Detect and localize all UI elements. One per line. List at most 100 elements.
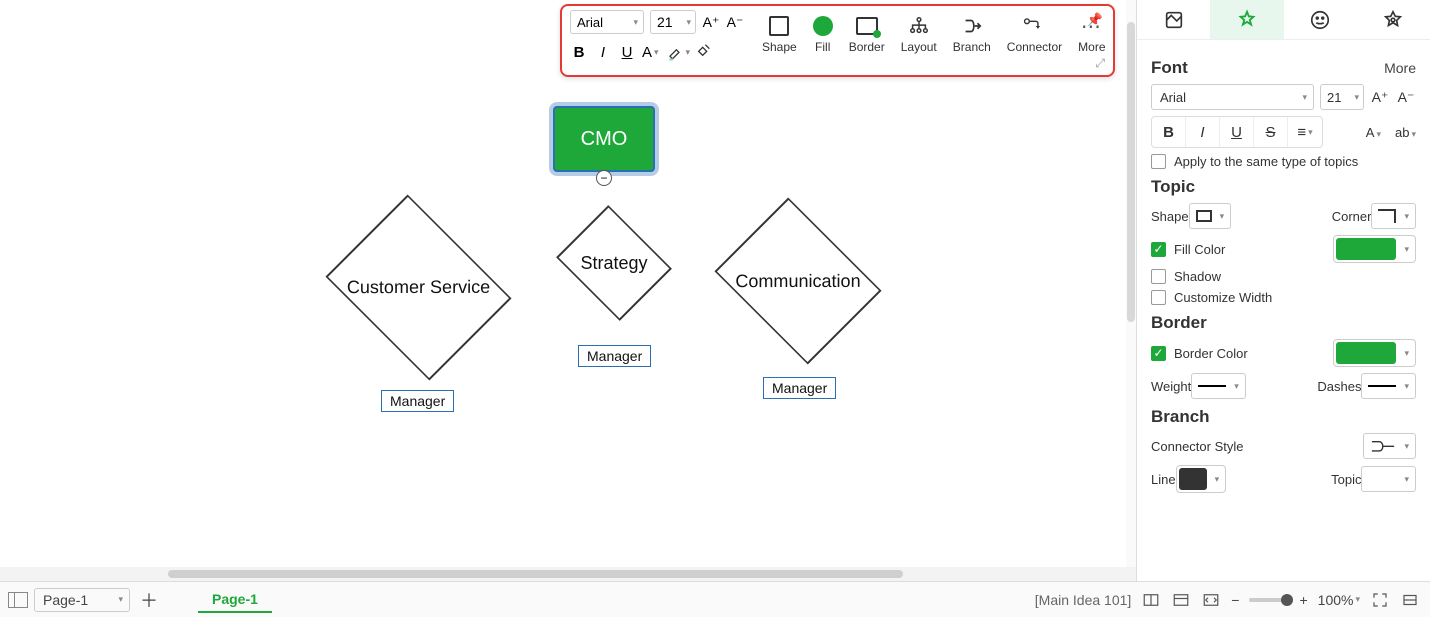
expand-toolbar-icon[interactable]: ⤢ xyxy=(1095,56,1105,71)
section-title-font: Font xyxy=(1151,58,1188,78)
border-color-swatch[interactable] xyxy=(1333,339,1416,367)
layout-icon xyxy=(908,14,930,38)
panel-font-decrease-icon[interactable]: A⁻ xyxy=(1396,89,1416,106)
manager-node-1[interactable]: Manager xyxy=(381,390,454,412)
line-solid-icon xyxy=(1368,385,1396,387)
section-title-topic: Topic xyxy=(1151,177,1195,197)
customize-width-checkbox[interactable]: Customize Width xyxy=(1151,290,1416,305)
corner-icon xyxy=(1378,209,1396,223)
branch-topic-select[interactable] xyxy=(1361,466,1416,492)
status-bar: Page-1 ＋ Page-1 [Main Idea 101] − + 100% xyxy=(0,581,1430,617)
border-button[interactable]: Border xyxy=(849,14,885,54)
tab-page-style[interactable] xyxy=(1137,0,1210,39)
shadow-checkbox[interactable]: Shadow xyxy=(1151,269,1416,284)
tab-theme[interactable] xyxy=(1357,0,1430,39)
zoom-value[interactable]: 100% xyxy=(1318,592,1360,608)
fullscreen-icon[interactable] xyxy=(1370,590,1390,610)
connector-style-label: Connector Style xyxy=(1151,439,1244,454)
font-size-select[interactable]: 21 xyxy=(650,10,696,34)
panel-italic-button[interactable]: I xyxy=(1186,117,1220,147)
connector-style-select[interactable] xyxy=(1363,433,1416,459)
collapse-panel-icon[interactable] xyxy=(1400,590,1420,610)
tab-topic-style[interactable] xyxy=(1210,0,1283,39)
diamond-node-customer-service[interactable]: Customer Service xyxy=(325,194,511,380)
font-more-link[interactable]: More xyxy=(1384,60,1416,76)
border-color-checkbox[interactable]: ✓Border Color xyxy=(1151,346,1248,361)
border-dashes-select[interactable] xyxy=(1361,373,1416,399)
panel-font-increase-icon[interactable]: A⁺ xyxy=(1370,89,1390,106)
panel-underline-button[interactable]: U xyxy=(1220,117,1254,147)
zoom-slider[interactable] xyxy=(1249,598,1289,602)
border-dashes-label: Dashes xyxy=(1317,379,1361,394)
more-dots-icon: ⋯ xyxy=(1081,14,1103,39)
branch-icon xyxy=(961,14,983,38)
font-family-select[interactable]: Arial xyxy=(570,10,644,34)
line-color-swatch xyxy=(1179,468,1207,490)
border-weight-select[interactable] xyxy=(1191,373,1246,399)
fill-button[interactable]: Fill xyxy=(813,14,833,54)
connector-button[interactable]: Connector xyxy=(1007,14,1062,54)
main-idea-status: [Main Idea 101] xyxy=(1035,592,1132,608)
underline-button[interactable]: U xyxy=(618,44,636,61)
diamond-node-strategy[interactable]: Strategy xyxy=(556,205,672,321)
manager-node-3[interactable]: Manager xyxy=(763,377,836,399)
font-increase-icon[interactable]: A⁺ xyxy=(702,14,720,31)
diagram-connectors xyxy=(0,0,300,150)
panel-strike-button[interactable]: S xyxy=(1254,117,1288,147)
vertical-scrollbar[interactable] xyxy=(1126,0,1136,567)
rect-shape-icon xyxy=(1196,210,1212,222)
panel-align-button[interactable]: ≡▾ xyxy=(1288,117,1322,147)
canvas[interactable]: 📌 ⤢ Arial 21 A⁺ A⁻ B I U A▾ ▾ xyxy=(0,0,1136,581)
panel-bold-button[interactable]: B xyxy=(1152,117,1186,147)
panel-font-color-button[interactable]: A▾ xyxy=(1366,125,1381,140)
connector-style-icon xyxy=(1370,438,1396,455)
collapse-toggle-icon[interactable]: − xyxy=(596,170,612,186)
line-weight-icon xyxy=(1198,385,1226,387)
border-rect-icon xyxy=(856,17,878,35)
apply-same-type-checkbox[interactable]: Apply to the same type of topics xyxy=(1151,154,1416,169)
panel-case-button[interactable]: ab▾ xyxy=(1395,125,1416,140)
topic-corner-label: Corner xyxy=(1332,209,1372,224)
tab-emoji[interactable] xyxy=(1284,0,1357,39)
zoom-out-button[interactable]: − xyxy=(1231,592,1239,608)
panel-font-size-select[interactable]: 21 xyxy=(1320,84,1364,110)
font-color-button[interactable]: A▾ xyxy=(642,44,662,61)
fit-page-icon[interactable] xyxy=(1201,590,1221,610)
page-select[interactable]: Page-1 xyxy=(34,588,130,612)
horizontal-scrollbar[interactable] xyxy=(0,567,1136,581)
fill-color-checkbox[interactable]: ✓Fill Color xyxy=(1151,242,1225,257)
connector-icon xyxy=(1023,14,1045,38)
fill-circle-icon xyxy=(813,16,833,36)
section-title-border: Border xyxy=(1151,313,1207,333)
format-painter-icon[interactable] xyxy=(696,42,714,63)
view-page-icon[interactable] xyxy=(1171,590,1191,610)
italic-button[interactable]: I xyxy=(594,44,612,61)
topic-shape-select[interactable] xyxy=(1189,203,1232,229)
diamond-node-communication[interactable]: Communication xyxy=(714,197,881,364)
topic-corner-select[interactable] xyxy=(1371,203,1416,229)
zoom-in-button[interactable]: + xyxy=(1299,592,1307,608)
side-panel: Font More Arial 21 A⁺ A⁻ B I U S ≡▾ xyxy=(1136,0,1430,581)
layout-button[interactable]: Layout xyxy=(901,14,937,54)
branch-line-color[interactable] xyxy=(1176,465,1227,493)
page-tab-1[interactable]: Page-1 xyxy=(198,587,272,613)
outline-toggle-icon[interactable] xyxy=(8,592,28,608)
toolbar-more-button[interactable]: ⋯ More xyxy=(1078,14,1105,54)
bold-button[interactable]: B xyxy=(570,44,588,61)
topic-shape-label: Shape xyxy=(1151,209,1189,224)
add-page-button[interactable]: ＋ xyxy=(136,588,162,612)
branch-line-label: Line xyxy=(1151,472,1176,487)
panel-font-family-select[interactable]: Arial xyxy=(1151,84,1314,110)
manager-node-2[interactable]: Manager xyxy=(578,345,651,367)
section-title-branch: Branch xyxy=(1151,407,1210,427)
root-node[interactable]: CMO xyxy=(553,106,655,172)
border-weight-label: Weight xyxy=(1151,379,1191,394)
shape-button[interactable]: Shape xyxy=(762,14,797,54)
branch-topic-label: Topic xyxy=(1331,472,1361,487)
view-split-icon[interactable] xyxy=(1141,590,1161,610)
highlight-button[interactable]: ▾ xyxy=(668,45,690,61)
square-icon xyxy=(769,16,789,36)
font-decrease-icon[interactable]: A⁻ xyxy=(726,14,744,31)
fill-color-swatch[interactable] xyxy=(1333,235,1416,263)
branch-button[interactable]: Branch xyxy=(953,14,991,54)
